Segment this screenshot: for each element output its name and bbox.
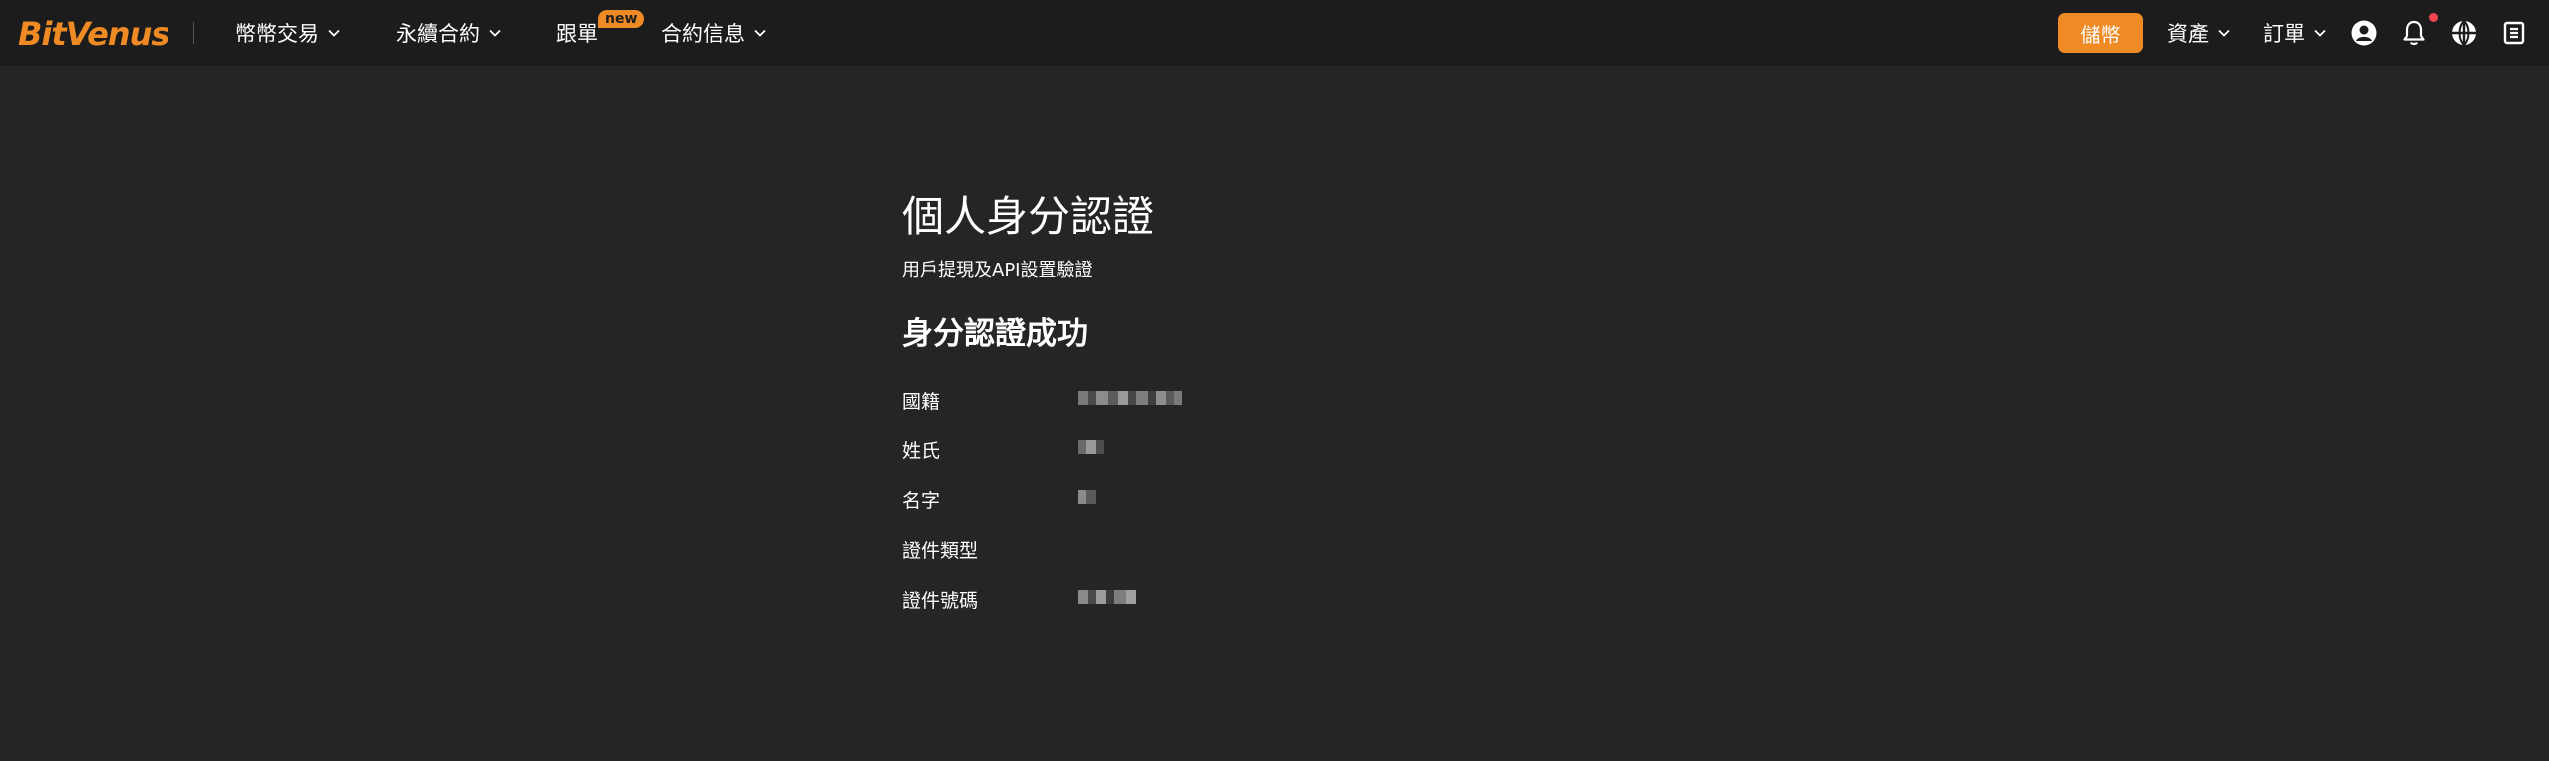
document-number-label: 證件號碼: [902, 590, 979, 612]
page-subtitle: 用戶提現及API設置驗證: [902, 260, 1093, 281]
top-navigation-bar: BitVenus 幣幣交易 永續合約 跟單 new 合約信息 儲幣 資產 訂單: [0, 0, 2549, 66]
deposit-button[interactable]: 儲幣: [2058, 13, 2143, 53]
logo-text: BitVenus: [18, 15, 168, 53]
verification-status-title: 身分認證成功: [902, 316, 1088, 352]
nav-perpetual-contracts-label: 永續合約: [396, 22, 480, 46]
document-type-label: 證件類型: [902, 540, 979, 562]
surname-value-redacted: [1078, 437, 1104, 457]
user-icon[interactable]: [2348, 17, 2380, 49]
nav-orders-label: 訂單: [2263, 22, 2305, 46]
chevron-down-icon: [2217, 26, 2231, 40]
nav-spot-trading[interactable]: 幣幣交易: [235, 0, 341, 66]
nav-orders[interactable]: 訂單: [2263, 0, 2327, 66]
chevron-down-icon: [2313, 26, 2327, 40]
given-name-value-redacted: [1078, 487, 1096, 507]
download-icon[interactable]: [2498, 17, 2530, 49]
nav-spot-trading-label: 幣幣交易: [235, 22, 319, 46]
logo-mark: BitVenus: [18, 15, 168, 53]
nav-assets-label: 資產: [2167, 22, 2209, 46]
chevron-down-icon: [327, 26, 341, 40]
surname-label: 姓氏: [902, 440, 941, 462]
nav-copy-trading[interactable]: 跟單: [556, 0, 598, 66]
notification-dot: [2429, 13, 2438, 22]
new-badge: new: [598, 10, 645, 28]
nav-copy-trading-label: 跟單: [556, 22, 598, 46]
nationality-value-redacted: [1078, 388, 1182, 408]
nav-contract-info[interactable]: 合約信息: [661, 0, 767, 66]
chevron-down-icon: [488, 26, 502, 40]
chevron-down-icon: [753, 26, 767, 40]
bell-icon[interactable]: [2398, 17, 2430, 49]
bitvenus-logo[interactable]: BitVenus: [18, 13, 168, 53]
document-number-value-redacted: [1078, 587, 1136, 607]
given-name-label: 名字: [902, 490, 941, 512]
globe-icon[interactable]: [2448, 17, 2480, 49]
logo-divider: [193, 22, 194, 44]
nav-contract-info-label: 合約信息: [661, 22, 745, 46]
page-title: 個人身分認證: [902, 192, 1155, 241]
nav-perpetual-contracts[interactable]: 永續合約: [396, 0, 502, 66]
nationality-label: 國籍: [902, 391, 941, 413]
nav-assets[interactable]: 資產: [2167, 0, 2231, 66]
